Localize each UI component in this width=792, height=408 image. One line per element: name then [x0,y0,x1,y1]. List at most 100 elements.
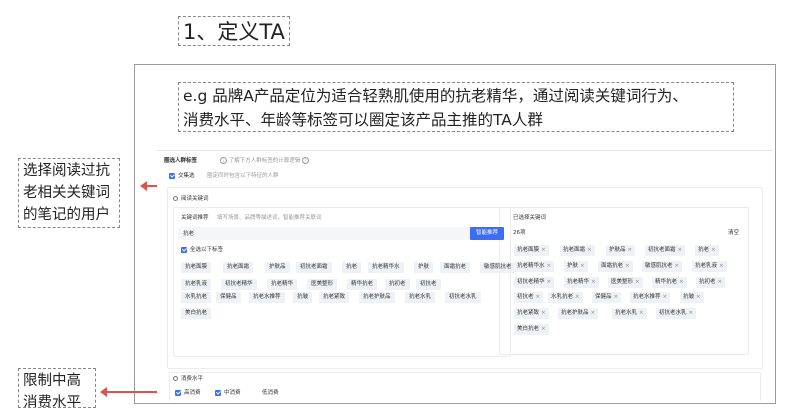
remove-tag-icon[interactable]: × [679,279,684,285]
keyword-tag[interactable]: 抗老面膜 [181,262,212,273]
remove-tag-icon[interactable]: × [635,279,640,285]
remove-tag-icon[interactable]: × [591,279,596,285]
keyword-tag[interactable]: 抗老面霜 [223,262,254,273]
selected-tag-label: 抗初老 [699,279,716,285]
select-all-checkbox[interactable]: 全选以下标签 [181,246,223,254]
selected-tag[interactable]: 初抗老水乳 × [656,308,697,319]
selected-tag-label: 抗老紧致 [517,310,540,316]
remove-tag-icon[interactable]: × [547,263,552,269]
keyword-tag[interactable]: 初抗老 [416,279,441,290]
remove-tag-icon[interactable]: × [718,279,723,285]
remove-tag-icon[interactable]: × [675,263,680,269]
keyword-tag[interactable]: 抗皱 [293,292,313,303]
keyword-tag[interactable]: 护肤品 [265,262,290,273]
selected-tag[interactable]: 水乳抗老 × [548,292,583,303]
keyword-tag[interactable]: 面霜抗老 [440,262,471,273]
selected-title: 已选择关键词 [513,215,547,221]
keyword-tag[interactable]: 初抗老面霜 [296,262,332,273]
remove-tag-icon[interactable]: × [591,310,596,316]
selected-tag[interactable]: 护肤 × [564,261,588,272]
remove-tag-icon[interactable]: × [587,247,592,253]
remove-tag-icon[interactable]: × [663,294,668,300]
remove-tag-icon[interactable]: × [614,294,619,300]
remove-tag-icon[interactable]: × [678,247,683,253]
selected-tag[interactable]: 抗老 × [695,245,719,256]
audience-tag-panel: 圈选人群标签 i 了解下方人群标签的计算逻辑 ? 交集选 圈定同时包含以下特征的… [157,150,773,401]
intersection-checkbox[interactable]: 交集选 [169,172,195,180]
remove-tag-icon[interactable]: × [541,310,546,316]
remove-tag-icon[interactable]: × [541,326,546,332]
keyword-tag[interactable]: 精华抗老 [347,279,378,290]
selected-tag[interactable]: 抗老紧致 × [514,308,549,319]
selected-tag[interactable]: 保健品 × [592,292,622,303]
keyword-tag[interactable]: 抗老护肤品 [359,292,395,303]
selected-tag[interactable]: 护肤品 × [606,245,636,256]
selected-tag[interactable]: 抗老面膜 × [514,245,549,256]
selected-tag[interactable]: 精华抗老 × [652,277,687,288]
selected-tag[interactable]: 初抗老面霜 × [645,245,686,256]
selected-tag[interactable]: 初抗老 × [514,292,544,303]
selected-tag[interactable]: 敏感肌抗老 × [642,261,683,272]
keyword-tag[interactable]: 护肤 [414,262,434,273]
selected-tag[interactable]: 抗皱 × [680,292,704,303]
remove-tag-icon[interactable]: × [689,310,694,316]
selected-tag[interactable]: 美白抗老 × [514,324,549,335]
keyword-tag[interactable]: 抗老 [342,262,362,273]
keyword-tag[interactable]: 初抗老精华 [221,279,257,290]
keyword-search-value: 抗老 [183,231,195,237]
selected-tag[interactable]: 抗老精华水 × [514,261,555,272]
keyword-tag[interactable]: 敏感肌抗老 [480,262,516,273]
keyword-tag[interactable]: 抗老精华 [267,279,298,290]
keyword-tag[interactable]: 抗老乳液 [181,279,212,290]
selected-tag[interactable]: 抗老护肤品 × [558,308,599,319]
checkbox-icon [169,172,175,179]
remove-tag-icon[interactable]: × [639,310,644,316]
help-icon: ? [302,157,310,164]
keyword-tag[interactable]: 初抗老水乳 [445,292,481,303]
selected-tag[interactable]: 抗老乳液 × [692,261,727,272]
consumption-option-mid[interactable]: 中消费 [215,389,241,397]
keyword-tag[interactable]: 抗初老 [385,279,410,290]
selected-tag[interactable]: 抗老精华 × [564,277,599,288]
intersection-hint: 圈定同时包含以下特征的人群 [207,173,279,179]
annotation-reading-keywords: 选择阅读过抗 老相关关键词 的笔记的用户 [18,158,120,228]
panel-header-hint[interactable]: i 了解下方人群标签的计算逻辑 ? [220,157,310,165]
clear-button[interactable]: 清空 [728,229,739,237]
selected-tag-label: 护肤 [567,263,579,269]
selected-tag-label: 抗老护肤品 [561,310,589,316]
selected-tag[interactable]: 初抗老精华 × [514,277,555,288]
remove-tag-icon[interactable]: × [541,247,546,253]
keyword-search-input[interactable]: 抗老 [178,227,500,240]
consumption-option-high[interactable]: 高消费 [175,389,201,397]
consumption-option-low[interactable]: 低消费 [262,389,279,397]
selected-tag-label: 抗老面霜 [563,247,586,253]
remove-tag-icon[interactable]: × [628,247,633,253]
selected-tag[interactable]: 面霜抗老 × [598,261,633,272]
note1-line-3: 的笔记的用户 [23,207,110,223]
selected-tag[interactable]: 抗老水推荐 × [630,292,671,303]
selected-tag[interactable]: 抗老水乳 × [612,308,647,319]
remove-tag-icon[interactable]: × [547,279,552,285]
selected-tag-label: 抗老 [698,247,710,253]
keyword-tag[interactable]: 美白抗老 [181,308,212,319]
keyword-tag[interactable]: 抗老精华水 [368,262,404,273]
keyword-tag[interactable]: 抗老紧致 [319,292,350,303]
selected-tag[interactable]: 医美整形 × [608,277,643,288]
keyword-tag[interactable]: 保健品 [216,292,241,303]
remove-tag-icon[interactable]: × [575,294,580,300]
keyword-tag[interactable]: 水乳抗老 [181,292,212,303]
remove-tag-icon[interactable]: × [719,263,724,269]
keyword-tag[interactable]: 医美整形 [307,279,338,290]
selected-count: 26项 [513,230,526,236]
remove-tag-icon[interactable]: × [696,294,701,300]
selected-tag[interactable]: 抗初老 × [696,277,726,288]
keyword-tag[interactable]: 抗老水乳 [405,292,436,303]
remove-tag-icon[interactable]: × [580,263,585,269]
remove-tag-icon[interactable]: × [711,247,716,253]
remove-tag-icon[interactable]: × [625,263,630,269]
note1-line-1: 选择阅读过抗 [23,163,110,179]
remove-tag-icon[interactable]: × [536,294,541,300]
smart-recommend-button[interactable]: 智能推荐 [470,227,504,240]
selected-tag[interactable]: 抗老面霜 × [560,245,595,256]
keyword-tag[interactable]: 抗老水推荐 [249,292,285,303]
